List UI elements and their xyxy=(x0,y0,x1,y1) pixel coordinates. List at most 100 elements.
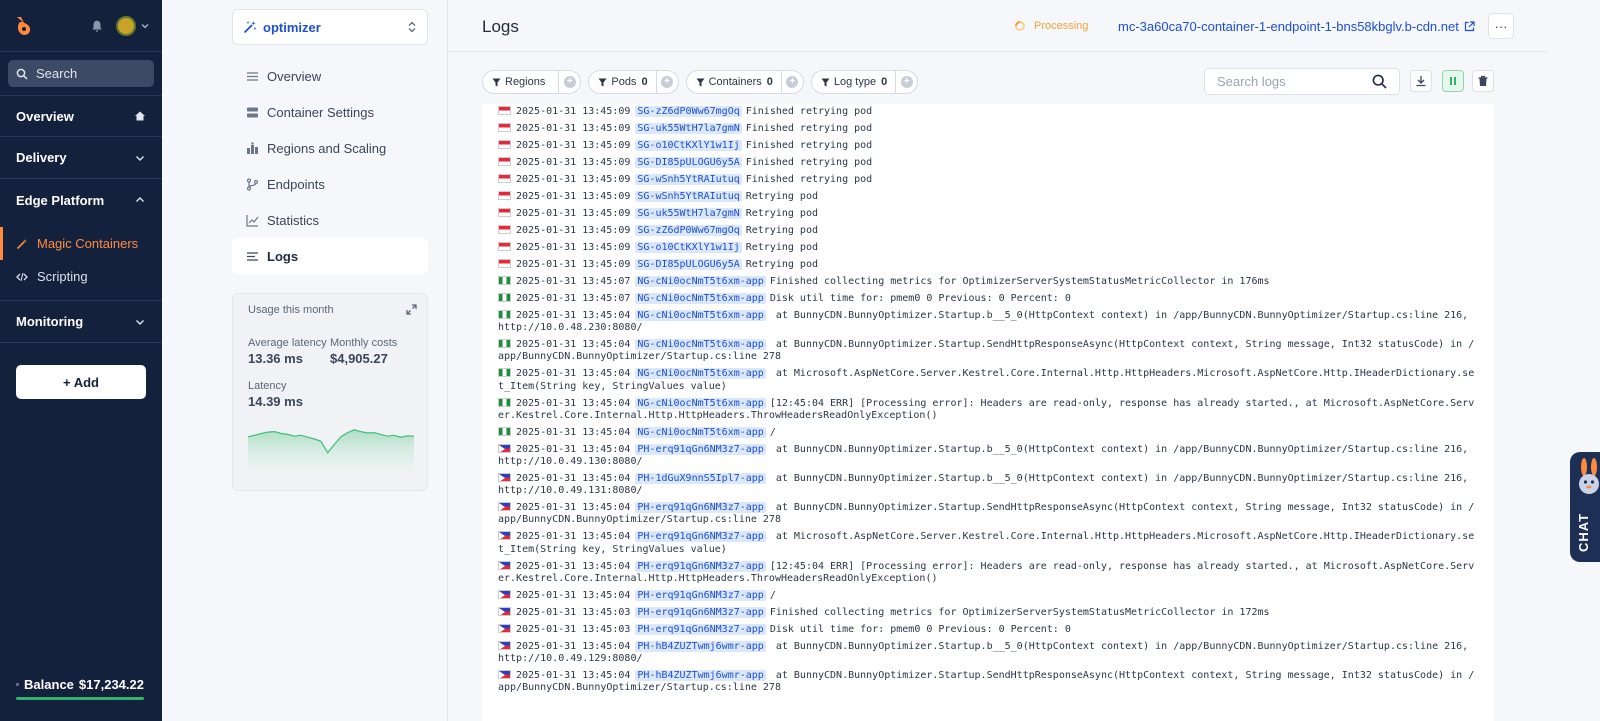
download-button[interactable] xyxy=(1410,70,1432,92)
add-button[interactable]: + Add xyxy=(16,365,146,399)
log-timestamp: 2025-01-31 13:45:09 xyxy=(516,174,631,185)
log-line: 2025-01-31 13:45:09 SG-uk55WtH7la7gmN Retr… xyxy=(498,208,1478,220)
log-line: 2025-01-31 13:45:03 PH-erq91qGn6NM3z7-app… xyxy=(498,623,1478,636)
filter-regions[interactable]: Regions + xyxy=(482,70,582,94)
logs-icon xyxy=(247,251,258,261)
chevron-down-icon[interactable] xyxy=(140,21,150,31)
nav-section-label: Edge Platform xyxy=(16,192,105,208)
latency-value: 14.39 ms xyxy=(248,394,303,409)
menu-item-container-settings[interactable]: Container Settings xyxy=(232,94,428,130)
plus-icon: + xyxy=(563,76,576,88)
log-line: 2025-01-31 13:45:04 PH-1dGuX9nnS5Ipl7-app… xyxy=(498,473,1478,497)
log-timestamp: 2025-01-31 13:45:09 xyxy=(516,140,631,151)
menu-item-label: Container Settings xyxy=(267,104,374,120)
log-pod[interactable]: NG-cNi0ocNmT5t6xm-app xyxy=(635,293,766,304)
log-message: Finished collecting metrics for Optimize… xyxy=(769,276,1270,287)
nav-section-delivery[interactable]: Delivery xyxy=(0,137,162,179)
log-timestamp: 2025-01-31 13:45:07 xyxy=(516,276,631,287)
filter-icon xyxy=(821,78,830,86)
log-pod[interactable]: SG-zZ6dP0Ww67mgOq xyxy=(635,106,742,117)
log-pod[interactable]: PH-erq91qGn6NM3z7-app xyxy=(635,623,766,635)
nav-section-edge-platform[interactable]: Edge Platform xyxy=(0,179,162,221)
log-pod[interactable]: SG-DI85pULOGU6y5A xyxy=(635,157,742,168)
log-line: 2025-01-31 13:45:04 PH-hB4ZUZTwmj6wmr-app… xyxy=(498,640,1478,665)
menu-item-statistics[interactable]: Statistics xyxy=(232,202,428,238)
add-filter-button[interactable]: + xyxy=(895,71,917,93)
sidebar-item-magic-containers[interactable]: Magic Containers xyxy=(0,227,162,260)
log-pod[interactable]: PH-erq91qGn6NM3z7-app xyxy=(635,589,766,601)
log-line: 2025-01-31 13:45:07 NG-cNi0ocNmT5t6xm-app… xyxy=(498,293,1478,305)
log-pod[interactable]: PH-1dGuX9nnS5Ipl7-app xyxy=(635,473,766,485)
bunny-mascot-icon xyxy=(1579,458,1599,494)
flag-icon xyxy=(498,157,511,166)
bunny-logo-icon[interactable] xyxy=(12,14,36,38)
log-search-input[interactable]: Search logs xyxy=(1204,68,1400,95)
log-pod[interactable]: PH-erq91qGn6NM3z7-app xyxy=(635,560,766,572)
log-line: 2025-01-31 13:45:09 SG-o10CtKXlY1w1Ij Fini… xyxy=(498,140,1478,152)
log-pod[interactable]: PH-erq91qGn6NM3z7-app xyxy=(635,502,766,514)
log-pod[interactable]: PH-erq91qGn6NM3z7-app xyxy=(635,531,766,543)
balance[interactable]: Balance $17,234.22 xyxy=(16,677,144,703)
log-timestamp: 2025-01-31 13:45:04 xyxy=(516,368,631,380)
log-pod[interactable]: NG-cNi0ocNmT5t6xm-app xyxy=(635,310,766,321)
log-pod[interactable]: PH-hB4ZUZTwmj6wmr-app xyxy=(635,670,766,682)
log-pod[interactable]: NG-cNi0ocNmT5t6xm-app xyxy=(635,368,766,380)
log-pod[interactable]: NG-cNi0ocNmT5t6xm-app xyxy=(635,397,766,409)
log-line: 2025-01-31 13:45:04 PH-erq91qGn6NM3z7-app… xyxy=(498,443,1478,468)
project-selector[interactable]: optimizer xyxy=(232,9,428,45)
log-pod[interactable]: SG-uk55WtH7la7gmN xyxy=(635,208,742,219)
nav-section-overview[interactable]: Overview xyxy=(0,95,162,137)
menu-item-label: Regions and Scaling xyxy=(267,140,387,156)
log-timestamp: 2025-01-31 13:45:03 xyxy=(516,606,631,618)
clear-logs-button[interactable] xyxy=(1472,70,1494,92)
code-icon xyxy=(16,272,28,281)
filter-containers[interactable]: Containers 0 + xyxy=(685,70,804,94)
log-line: 2025-01-31 13:45:04 NG-cNi0ocNmT5t6xm-app… xyxy=(498,397,1478,422)
server-icon xyxy=(247,107,258,117)
log-pod[interactable]: NG-cNi0ocNmT5t6xm-app xyxy=(635,276,766,287)
log-line: 2025-01-31 13:45:09 SG-wSnh5YtRAIutuq Retr… xyxy=(498,191,1478,203)
log-pod[interactable]: SG-uk55WtH7la7gmN xyxy=(635,123,742,134)
log-pod[interactable]: SG-zZ6dP0Ww67mgOq xyxy=(635,225,742,236)
expand-icon[interactable] xyxy=(406,304,417,315)
avatar[interactable] xyxy=(116,15,136,36)
nav-section-label: Delivery xyxy=(16,150,67,165)
menu-item-regions-and-scaling[interactable]: Regions and Scaling xyxy=(232,130,428,166)
endpoint-link[interactable]: mc-3a60ca70-container-1-endpoint-1-bns58… xyxy=(1118,19,1475,34)
log-pod[interactable]: SG-wSnh5YtRAIutuq xyxy=(635,174,742,185)
more-options-button[interactable]: ··· xyxy=(1488,13,1514,39)
log-pod[interactable]: NG-cNi0ocNmT5t6xm-app xyxy=(635,339,766,351)
filter-log-type[interactable]: Log type 0 + xyxy=(810,70,919,94)
add-filter-button[interactable]: + xyxy=(780,71,803,93)
log-pod[interactable]: SG-wSnh5YtRAIutuq xyxy=(635,191,742,202)
log-pod[interactable]: PH-hB4ZUZTwmj6wmr-app xyxy=(635,640,766,652)
sidebar-item-scripting[interactable]: Scripting xyxy=(0,260,162,293)
add-filter-button[interactable]: + xyxy=(655,71,678,93)
menu-item-overview[interactable]: Overview xyxy=(232,58,428,94)
log-timestamp: 2025-01-31 13:45:04 xyxy=(516,473,631,485)
log-pod[interactable]: NG-cNi0ocNmT5t6xm-app xyxy=(635,426,766,438)
log-pod[interactable]: SG-o10CtKXlY1w1Ij xyxy=(635,242,742,253)
log-list[interactable]: 2025-01-31 13:45:09 SG-zZ6dP0Ww67mgOq Fini… xyxy=(482,104,1494,721)
flag-icon xyxy=(498,368,511,378)
log-line: 2025-01-31 13:45:04 NG-cNi0ocNmT5t6xm-app… xyxy=(498,339,1478,363)
balance-label: Balance xyxy=(24,677,74,692)
menu-item-logs[interactable]: Logs xyxy=(232,238,428,274)
log-line: 2025-01-31 13:45:09 SG-o10CtKXlY1w1Ij Retr… xyxy=(498,242,1478,254)
sidebar-search[interactable]: Search xyxy=(8,60,154,87)
flag-icon xyxy=(498,259,511,268)
nav-section-monitoring[interactable]: Monitoring xyxy=(0,301,162,343)
menu-item-endpoints[interactable]: Endpoints xyxy=(232,166,428,202)
add-filter-button[interactable]: + xyxy=(558,71,580,93)
log-pod[interactable]: PH-erq91qGn6NM3z7-app xyxy=(635,443,766,455)
log-pod[interactable]: SG-o10CtKXlY1w1Ij xyxy=(635,140,742,151)
log-pod[interactable]: SG-DI85pULOGU6y5A xyxy=(635,259,742,270)
chat-widget[interactable]: CHAT xyxy=(1570,452,1600,562)
pause-button[interactable] xyxy=(1442,70,1464,92)
filter-pods[interactable]: Pods 0 + xyxy=(588,70,679,94)
log-message: Retrying pod xyxy=(745,259,818,270)
log-message: Finished retrying pod xyxy=(745,123,873,134)
log-pod[interactable]: PH-erq91qGn6NM3z7-app xyxy=(635,606,766,618)
bell-icon[interactable] xyxy=(90,19,104,33)
pause-icon xyxy=(1450,77,1456,85)
